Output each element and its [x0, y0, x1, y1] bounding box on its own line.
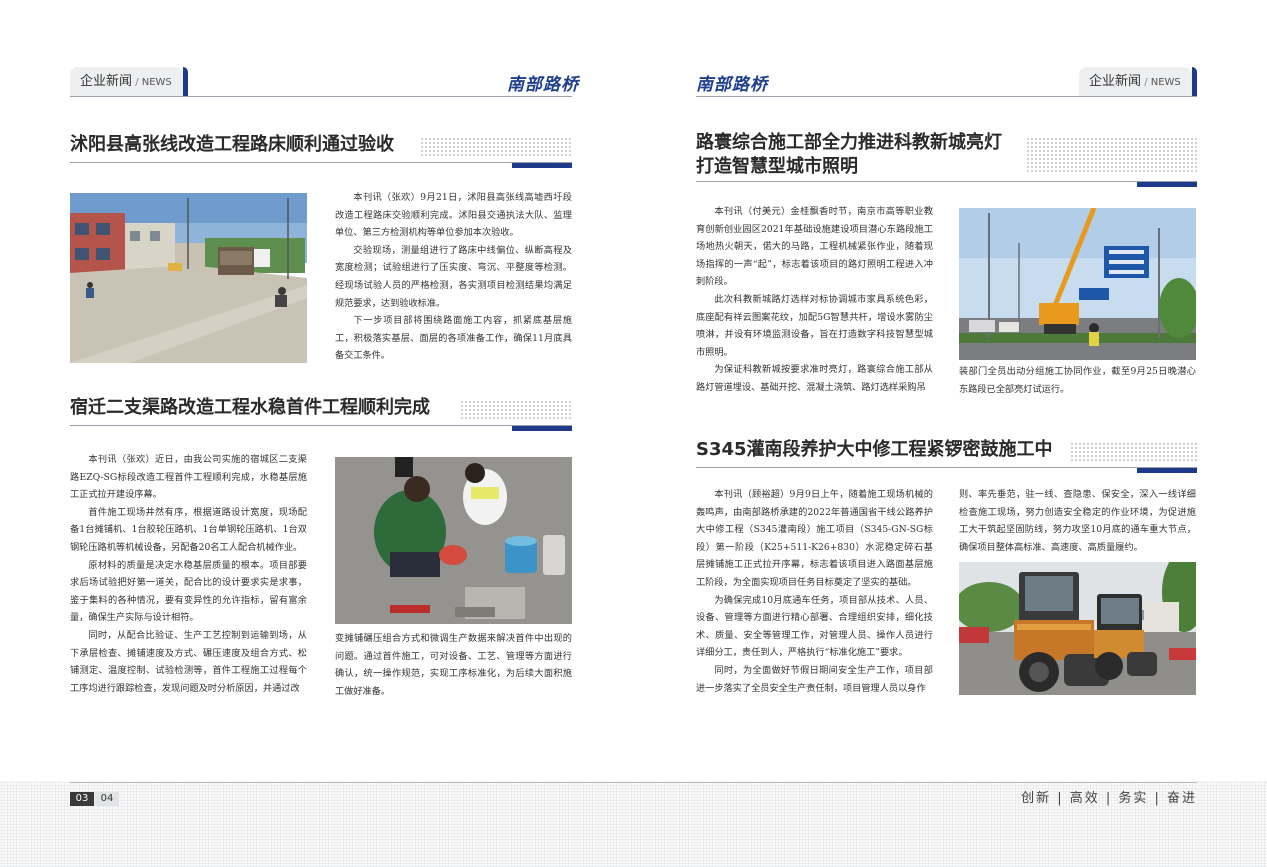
footer-slogan: 创新 | 高效 | 务实 | 奋进 [1021, 791, 1197, 806]
article-body-right: 则、率先垂范，驻一线、查隐患、保安全，深入一线详细检查施工现场，努力创造安全稳定… [959, 486, 1196, 560]
photo-street-lighting [959, 208, 1196, 360]
paragraph: 本刊讯（付美元）金桂飘香时节，南京市高等职业教育创新创业园区2021年基础设施建… [696, 206, 933, 288]
article-body-left: 本刊讯（付美元）金桂飘香时节，南京市高等职业教育创新创业园区2021年基础设施建… [696, 203, 933, 399]
section-tab-right: 企业新闻 / NEWS [1079, 67, 1192, 96]
article-title-line2: 打造智慧型城市照明 [696, 156, 858, 177]
header-rule-left [70, 96, 572, 97]
section-label-cn: 企业新闻 [1089, 74, 1142, 89]
paragraph: 下一步项目部将围绕路面施工内容，抓紧底基层施工，积极落实基层、面层的各项准备工作… [335, 315, 572, 362]
section-tab-accent [183, 67, 188, 96]
paragraph: 本刊讯（张欢）近日，由我公司实施的宿城区二支渠路EZQ-SG标段改造工程首件工程… [70, 454, 307, 501]
article-title-line1: 路寰综合施工部全力推进科教新城亮灯 [696, 132, 1002, 153]
paragraph: 本刊讯（顾裕超）9月9日上午，随着施工现场机械的轰鸣声，由南部路桥承建的2022… [696, 489, 933, 588]
header-rule-right [696, 96, 1197, 97]
paragraph: 交验现场，测量组进行了路床中线偏位、纵断高程及宽度检测；试验组进行了压实度、弯沉… [335, 244, 572, 309]
brand-logo-left: 南部路桥 [507, 75, 579, 95]
article-body-right: 变摊铺碾压组合方式和微调生产数据来解决首件中出现的问题。通过首件施工，可对设备、… [335, 630, 572, 710]
title-accent-bar [512, 163, 572, 168]
title-underline [696, 467, 1197, 468]
section-label-sep: / [132, 77, 142, 88]
title-dot-pattern [1026, 137, 1197, 173]
article-title: 宿迁二支渠路改造工程水稳首件工程顺利完成 [70, 397, 430, 418]
brand-logo-right: 南部路桥 [696, 75, 768, 95]
section-label-en: NEWS [1150, 77, 1181, 88]
paragraph: 为确保完成10月底通车任务，项目部从技术、人员、设备、管理等方面进行精心部署、合… [696, 594, 933, 659]
page-number-right: 04 [95, 792, 119, 806]
title-accent-bar [512, 426, 572, 431]
title-underline [70, 162, 572, 163]
title-underline [696, 181, 1197, 182]
paragraph: 同时，从配合比验证、生产工艺控制到运输到场，从下承层检查、摊铺速度及方式、碾压速… [70, 629, 307, 694]
paragraph: 为保证科教新城按要求准时亮灯，路寰综合施工部从路灯管道埋设、基础开挖、混凝土浇筑… [696, 364, 933, 393]
section-tab-left: 企业新闻 / NEWS [70, 67, 183, 96]
paragraph: 本刊讯（张欢）9月21日，沭阳县高张线高墟西圩段改造工程路床交验顺利完成。沭阳县… [335, 192, 572, 239]
article-title: 沭阳县高张线改造工程路床顺利通过验收 [70, 134, 394, 155]
photo-road-rollers [959, 562, 1196, 695]
article-body: 本刊讯（张欢）9月21日，沭阳县高张线高墟西圩段改造工程路床交验顺利完成。沭阳县… [335, 189, 572, 369]
title-dot-pattern [420, 137, 572, 157]
section-tab-accent [1192, 67, 1197, 96]
title-accent-bar [1137, 468, 1197, 473]
article-body-left: 本刊讯（顾裕超）9月9日上午，随着施工现场机械的轰鸣声，由南部路桥承建的2022… [696, 486, 933, 706]
paragraph: 变摊铺碾压组合方式和微调生产数据来解决首件中出现的问题。通过首件施工，可对设备、… [335, 633, 572, 697]
title-underline [70, 425, 572, 426]
article-body-left: 本刊讯（张欢）近日，由我公司实施的宿城区二支渠路EZQ-SG标段改造工程首件工程… [70, 451, 307, 709]
paragraph: 装部门全员出动分组施工协同作业，截至9月25日晚潜心东路段已全部亮灯试运行。 [959, 366, 1196, 395]
title-accent-bar [1137, 182, 1197, 187]
paragraph: 则、率先垂范，驻一线、查隐患、保安全，深入一线详细检查施工现场，努力创造安全稳定… [959, 489, 1196, 553]
paragraph: 首件施工现场井然有序，根据道路设计宽度，现场配备1台摊铺机、1台胶轮压路机、1台… [70, 506, 307, 553]
paragraph: 同时，为全面做好节假日期间安全生产工作，项目部进一步落实了全员安全生产责任制，项… [696, 664, 933, 694]
photo-road-bed-inspection [70, 193, 307, 363]
article-body-right: 装部门全员出动分组施工协同作业，截至9月25日晚潜心东路段已全部亮灯试运行。 [959, 363, 1196, 403]
article-title: S345灌南段养护大中修工程紧锣密鼓施工中 [696, 439, 1053, 460]
photo-material-testing [335, 457, 572, 624]
paragraph: 此次科教新城路灯选样对标协调城市家具系统色彩，底座配有祥云图案花纹，加配5G智慧… [696, 293, 933, 358]
section-label-cn: 企业新闻 [80, 74, 133, 89]
page-number-left: 03 [70, 792, 94, 806]
title-dot-pattern [1070, 442, 1197, 462]
paragraph: 原材料的质量是决定水稳基层质量的根本。项目部要求后场试验把好第一道关，配合比的设… [70, 559, 307, 624]
section-label-en: NEWS [141, 77, 172, 88]
title-dot-pattern [460, 400, 572, 420]
section-label-sep: / [1141, 77, 1151, 88]
footer-rule [70, 782, 1197, 783]
